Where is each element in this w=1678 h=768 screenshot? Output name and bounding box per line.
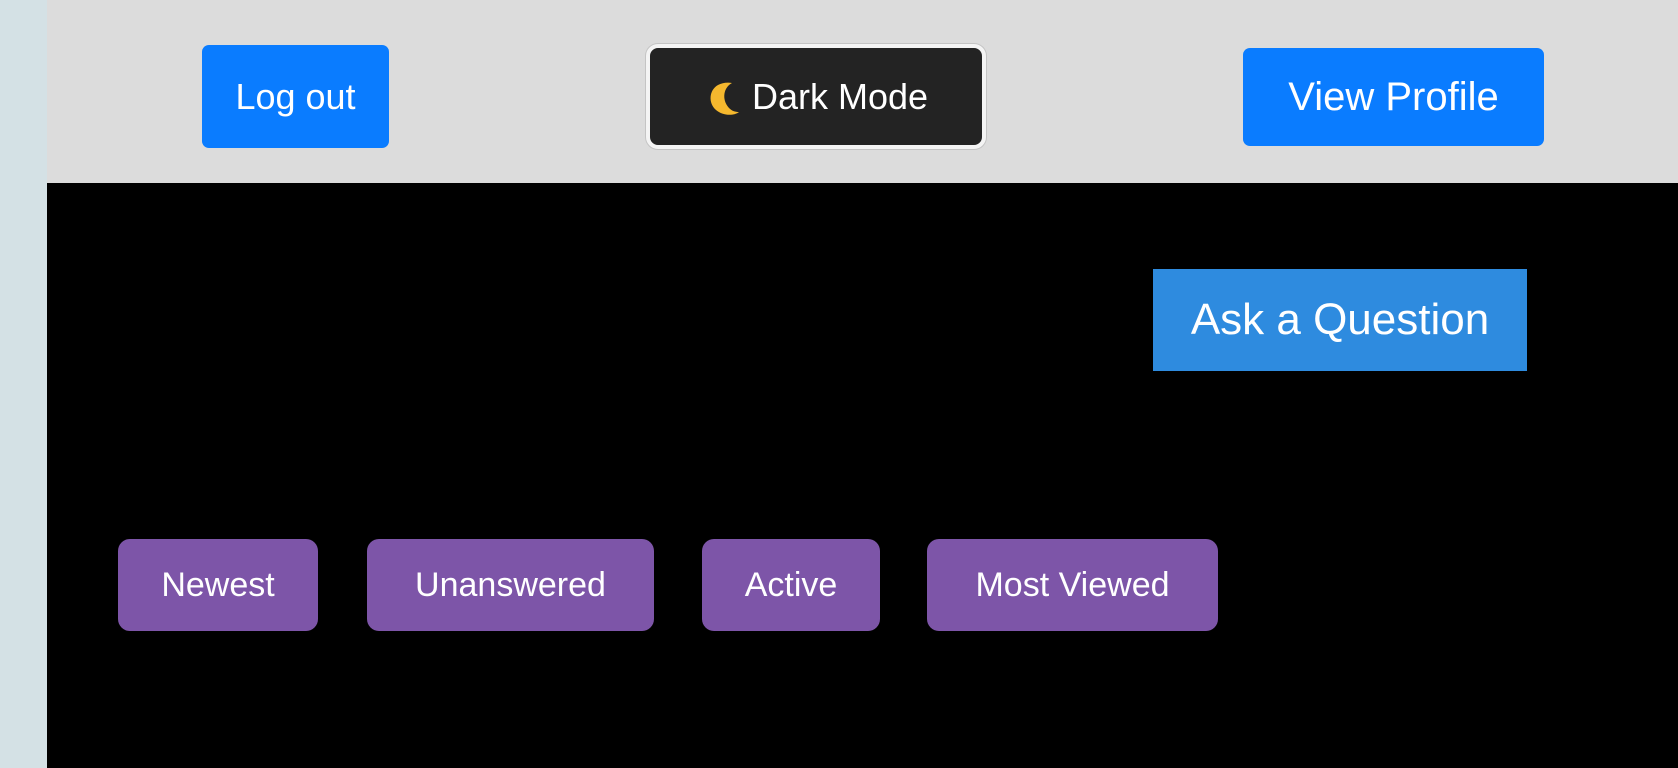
filter-newest-button[interactable]: Newest <box>118 539 318 631</box>
logout-button[interactable]: Log out <box>202 45 389 148</box>
moon-icon <box>710 82 739 115</box>
dark-mode-toggle-button[interactable]: Dark Mode <box>646 44 986 149</box>
app-window: Log out Dark Mode View Profile Ask a Que… <box>47 0 1678 768</box>
view-profile-button[interactable]: View Profile <box>1243 48 1544 146</box>
questions-panel: Ask a Question Newest Unanswered Active … <box>47 183 1678 768</box>
filter-active-button[interactable]: Active <box>702 539 880 631</box>
top-navigation-bar: Log out Dark Mode View Profile <box>47 0 1678 183</box>
logout-label: Log out <box>235 75 356 117</box>
filter-unanswered-button[interactable]: Unanswered <box>367 539 654 631</box>
dark-mode-label: Dark Mode <box>751 75 929 117</box>
filter-unanswered-label: Unanswered <box>415 565 606 604</box>
ask-question-button[interactable]: Ask a Question <box>1153 269 1527 371</box>
filter-newest-label: Newest <box>161 565 275 604</box>
filter-most-viewed-label: Most Viewed <box>975 565 1170 604</box>
filter-active-label: Active <box>744 565 838 604</box>
view-profile-label: View Profile <box>1288 74 1499 119</box>
ask-question-label: Ask a Question <box>1190 295 1490 344</box>
filter-most-viewed-button[interactable]: Most Viewed <box>927 539 1218 631</box>
